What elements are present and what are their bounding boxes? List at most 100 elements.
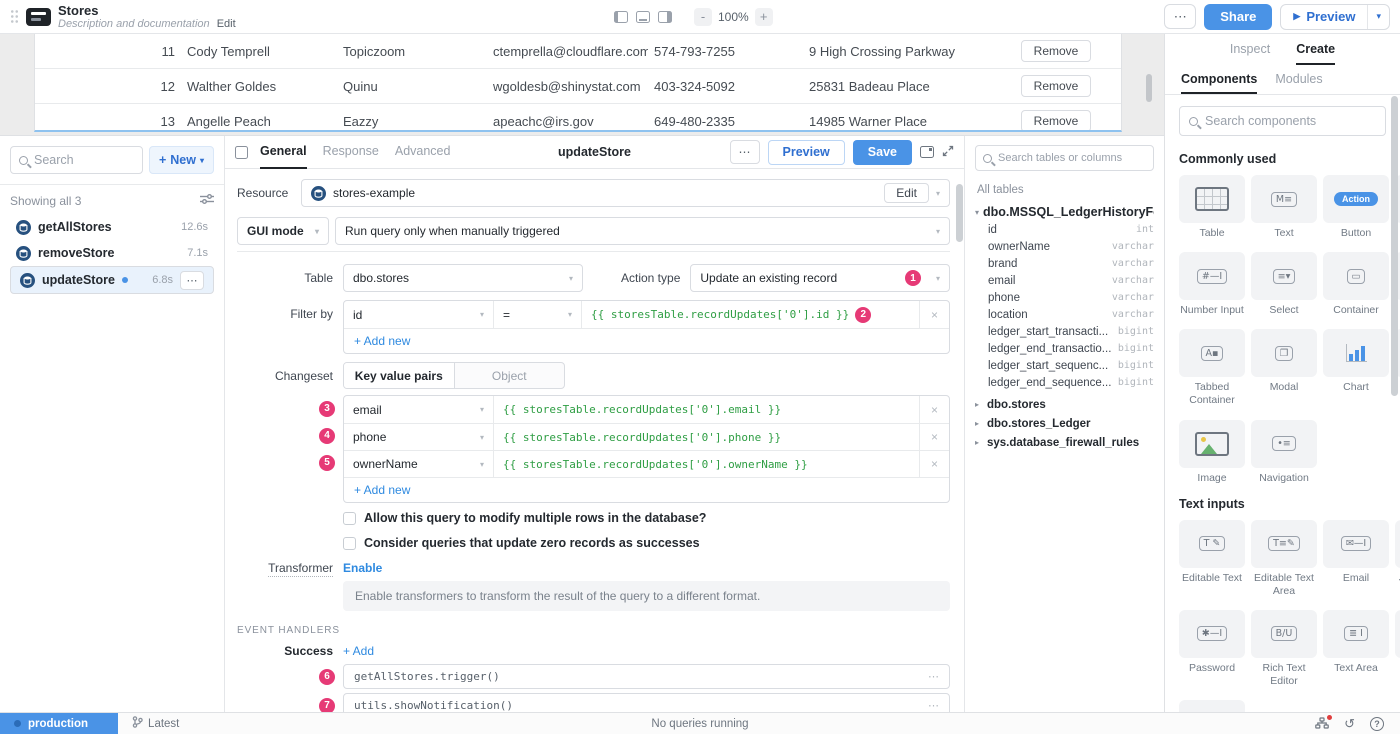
schema-table-expanded[interactable]: ▾ dbo.MSSQL_LedgerHistoryFor_1525... — [975, 203, 1154, 221]
changeset-key-select[interactable]: phone▾ — [344, 424, 494, 450]
component-text-input[interactable]: T—IText Input — [1395, 610, 1400, 688]
component-text[interactable]: M≡Text — [1251, 175, 1317, 240]
changeset-value-input[interactable]: {{ storesTable.recordUpdates['0'].ownerN… — [494, 451, 919, 477]
add-success-handler-link[interactable]: + Add — [343, 644, 374, 658]
component-email[interactable]: ✉—IEmail — [1323, 520, 1389, 598]
component-modal[interactable]: ❐Modal — [1251, 329, 1317, 407]
zero-records-checkbox[interactable] — [343, 537, 356, 550]
app-more-button[interactable]: ⋯ — [1164, 4, 1196, 29]
toggle-object[interactable]: Object — [455, 363, 565, 388]
collapse-editor-icon[interactable] — [235, 146, 248, 159]
right-panel-scrollbar[interactable] — [1391, 96, 1398, 396]
resource-edit-button[interactable]: Edit — [884, 183, 929, 203]
history-icon[interactable]: ↺ — [1344, 717, 1355, 730]
multiple-rows-checkbox[interactable] — [343, 512, 356, 525]
tab-modules[interactable]: Modules — [1275, 65, 1322, 94]
zoom-in-button[interactable]: + — [755, 8, 773, 26]
event-handler-box[interactable]: getAllStores.trigger()⋯ — [343, 664, 950, 689]
editor-scrollbar[interactable] — [956, 184, 963, 242]
query-list-item-updateStore[interactable]: updateStore6.8s⋯ — [10, 266, 214, 294]
component-editable-text[interactable]: T ✎Editable Text — [1179, 520, 1245, 598]
toggle-bottom-panel-icon[interactable] — [636, 11, 650, 23]
remove-button[interactable]: Remove — [1021, 75, 1092, 97]
query-save-button[interactable]: Save — [853, 140, 912, 165]
tab-inspect[interactable]: Inspect — [1230, 34, 1270, 65]
components-search-input[interactable]: Search components — [1179, 106, 1386, 136]
component-image[interactable]: Image — [1179, 420, 1245, 485]
remove-button[interactable]: Remove — [1021, 40, 1092, 62]
query-search-input[interactable]: Search — [10, 146, 143, 174]
component-container[interactable]: ▭Container — [1323, 252, 1389, 317]
schema-column-row[interactable]: ledger_start_sequenc...bigint — [975, 357, 1154, 374]
zoom-out-button[interactable]: - — [694, 8, 712, 26]
handler-menu-icon[interactable]: ⋯ — [928, 699, 939, 712]
schema-column-row[interactable]: locationvarchar — [975, 306, 1154, 323]
resource-select[interactable]: stores-example Edit ▾ — [301, 179, 950, 207]
query-more-button[interactable]: ⋯ — [730, 140, 760, 164]
component-navigation[interactable]: •≡Navigation — [1251, 420, 1317, 485]
toggle-schema-panel-icon[interactable] — [920, 146, 934, 158]
filter-value-input[interactable]: {{ storesTable.recordUpdates['0'].id }} … — [582, 301, 919, 328]
component-password[interactable]: ✱—IPassword — [1179, 610, 1245, 688]
tab-general[interactable]: General — [260, 136, 307, 169]
schema-table-row[interactable]: ▸dbo.stores — [975, 395, 1154, 414]
changeset-value-input[interactable]: {{ storesTable.recordUpdates['0'].phone … — [494, 424, 919, 450]
run-trigger-select[interactable]: Run query only when manually triggered ▾ — [335, 217, 950, 245]
component-editable-text-area[interactable]: T≡✎Editable Text Area — [1251, 520, 1317, 598]
schema-table-row[interactable]: ▸sys.database_firewall_rules — [975, 433, 1154, 452]
schema-column-row[interactable]: ownerNamevarchar — [975, 238, 1154, 255]
debug-tools-icon[interactable] — [1315, 717, 1329, 731]
remove-filter-button[interactable]: × — [919, 301, 949, 328]
app-logo[interactable] — [26, 8, 51, 26]
remove-changeset-button[interactable]: × — [919, 396, 949, 423]
filter-field-select[interactable]: id ▾ — [344, 301, 494, 328]
query-item-menu-button[interactable]: ⋯ — [180, 271, 204, 290]
remove-button[interactable]: Remove — [1021, 110, 1092, 132]
schema-column-row[interactable]: idint — [975, 221, 1154, 238]
toggle-right-panel-icon[interactable] — [658, 11, 672, 23]
toggle-key-value-pairs[interactable]: Key value pairs — [344, 363, 455, 388]
filter-queries-icon[interactable] — [200, 193, 214, 208]
preview-dropdown-button[interactable]: ▾ — [1367, 5, 1389, 29]
schema-column-row[interactable]: ledger_end_transactio...bigint — [975, 340, 1154, 357]
remove-changeset-button[interactable]: × — [919, 424, 949, 450]
schema-column-row[interactable]: phonevarchar — [975, 289, 1154, 306]
add-filter-link[interactable]: + Add new — [354, 334, 410, 348]
add-changeset-link[interactable]: + Add new — [354, 483, 410, 497]
component-text-area[interactable]: ≣ IText Area — [1323, 610, 1389, 688]
new-query-button[interactable]: + New ▾ — [149, 146, 214, 174]
drag-handle-icon[interactable] — [10, 9, 19, 24]
mode-select[interactable]: GUI mode ▾ — [237, 217, 329, 245]
query-preview-button[interactable]: Preview — [768, 140, 845, 165]
component-select[interactable]: ≡▾Select — [1251, 252, 1317, 317]
changeset-value-input[interactable]: {{ storesTable.recordUpdates['0'].email … — [494, 396, 919, 423]
preview-button[interactable]: ▶ Preview — [1281, 5, 1367, 29]
canvas-scrollbar[interactable] — [1146, 74, 1152, 102]
action-type-select[interactable]: Update an existing record 1 ▾ — [690, 264, 950, 292]
component-number-input[interactable]: #—INumber Input — [1179, 252, 1245, 317]
event-handler-box[interactable]: utils.showNotification()⋯ — [343, 693, 950, 712]
schema-table-row[interactable]: ▸dbo.stores_Ledger — [975, 414, 1154, 433]
edit-description-link[interactable]: Edit — [217, 18, 236, 30]
component-json-editor[interactable]: {…}IJSON Editor — [1395, 520, 1400, 598]
filter-operator-select[interactable]: = ▾ — [494, 301, 582, 328]
component-table[interactable]: Table — [1179, 175, 1245, 240]
tab-advanced[interactable]: Advanced — [395, 136, 451, 169]
remove-changeset-button[interactable]: × — [919, 451, 949, 477]
handler-menu-icon[interactable]: ⋯ — [928, 670, 939, 683]
schema-search-input[interactable]: Search tables or columns — [975, 145, 1154, 171]
enable-transformer-link[interactable]: Enable — [343, 561, 382, 575]
tab-response[interactable]: Response — [323, 136, 379, 169]
component-button[interactable]: ActionButton — [1323, 175, 1389, 240]
component-url[interactable]: ∞—IURL — [1179, 700, 1245, 712]
tab-create[interactable]: Create — [1296, 34, 1335, 65]
share-button[interactable]: Share — [1204, 4, 1272, 30]
schema-column-row[interactable]: ledger_end_sequence...bigint — [975, 374, 1154, 391]
version-selector[interactable]: Latest — [132, 716, 179, 731]
component-chart[interactable]: Chart — [1323, 329, 1389, 407]
toggle-left-panel-icon[interactable] — [614, 11, 628, 23]
query-list-item-getAllStores[interactable]: getAllStores12.6s — [10, 214, 214, 240]
environment-selector[interactable]: production — [0, 713, 118, 734]
schema-column-row[interactable]: brandvarchar — [975, 255, 1154, 272]
tab-components[interactable]: Components — [1181, 65, 1257, 94]
